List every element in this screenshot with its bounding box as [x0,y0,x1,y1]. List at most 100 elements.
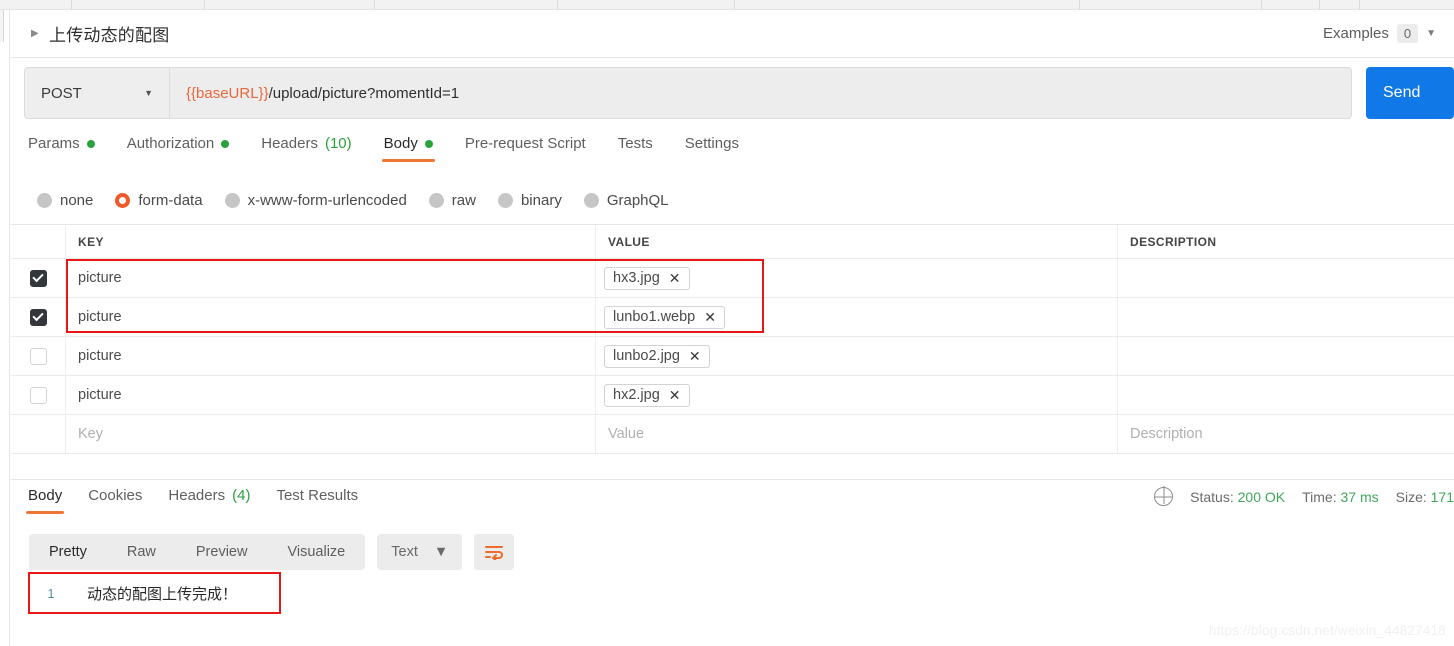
key-input[interactable]: Key [78,426,103,442]
key-cell[interactable]: Key [66,415,596,453]
tab-strip-segment[interactable] [735,0,1080,10]
description-cell[interactable]: Description [1118,415,1454,453]
table-placeholder-row[interactable]: Key Value Description [11,415,1454,454]
close-icon[interactable]: ✕ [704,309,716,326]
send-button[interactable]: Send [1366,67,1454,119]
format-button-raw[interactable]: Raw [107,534,176,570]
request-tab-body[interactable]: Body [381,135,436,162]
globe-icon [1154,487,1174,506]
request-tab-params[interactable]: Params [28,135,95,162]
key-input[interactable]: picture [78,309,122,325]
response-type-select[interactable]: Text ▼ [377,534,463,570]
value-cell[interactable]: lunbo1.webp ✕ [596,298,1118,336]
radio-label: form-data [138,191,203,209]
radio-label: none [60,191,94,209]
form-data-table: KEY VALUE DESCRIPTION picture hx3.jpg ✕ pic… [11,224,1454,454]
request-tab-authorization[interactable]: Authorization [127,135,230,162]
description-input[interactable]: Description [1130,426,1203,442]
radio-icon [428,192,444,208]
value-cell[interactable]: hx3.jpg ✕ [596,259,1118,297]
tab-label: Tests [617,135,653,152]
tab-strip-segment[interactable] [72,0,205,10]
http-method-select[interactable]: POST ▼ [24,67,169,119]
chevron-down-icon: ▼ [144,88,153,98]
response-tab-cookies[interactable]: Cookies [88,487,142,514]
close-icon[interactable]: ✕ [669,387,681,404]
request-tab-pre-request-script[interactable]: Pre-request Script [465,135,586,162]
url-row: POST ▼ {{baseURL}}/upload/picture?moment… [11,66,1454,120]
tab-strip-segment[interactable] [1080,0,1262,10]
chevron-down-icon[interactable]: ▼ [1426,28,1436,39]
description-cell[interactable] [1118,259,1454,297]
modified-dot-icon [221,139,230,148]
key-cell[interactable]: picture [66,259,596,297]
close-icon[interactable]: ✕ [669,270,681,287]
table-row[interactable]: picture hx2.jpg ✕ [11,376,1454,415]
response-stats: Status: 200 OK Time: 37 ms Size: 171 [1154,487,1454,506]
key-input[interactable]: picture [78,270,122,286]
description-cell[interactable] [1118,376,1454,414]
value-cell[interactable]: lunbo2.jpg ✕ [596,337,1118,375]
tab-strip-segment[interactable] [0,0,72,10]
row-checkbox-cell [11,415,66,453]
request-tab-tests[interactable]: Tests [618,135,653,162]
body-type-binary[interactable]: binary [497,192,562,209]
format-button-visualize[interactable]: Visualize [267,534,365,570]
format-button-pretty[interactable]: Pretty [29,534,107,570]
value-cell[interactable]: hx2.jpg ✕ [596,376,1118,414]
tab-strip-segment[interactable] [558,0,735,10]
body-type-raw[interactable]: raw [428,191,476,209]
description-cell[interactable] [1118,298,1454,336]
response-tab-headers[interactable]: Headers (4) [168,487,250,514]
body-type-none[interactable]: none [37,192,93,209]
file-chip[interactable]: hx2.jpg ✕ [604,383,690,407]
tab-count: (10) [324,135,352,152]
radio-icon [224,192,240,208]
response-tabs: Body Cookies Headers (4) Test Results Status… [11,487,1454,519]
file-name: hx2.jpg [613,387,660,403]
row-enable-checkbox[interactable] [29,308,47,326]
key-cell[interactable]: picture [66,337,596,375]
tab-label: Pre-request Script [464,135,586,152]
request-tabs: Params Authorization Headers (10) Body Pre-re… [11,135,1454,171]
caret-right-icon[interactable]: ▶ [31,28,49,39]
key-cell[interactable]: picture [66,298,596,336]
file-chip[interactable]: lunbo2.jpg ✕ [604,344,710,368]
table-row[interactable]: picture lunbo2.jpg ✕ [11,337,1454,376]
word-wrap-icon [485,546,504,560]
tab-label: Body [28,487,63,504]
modified-dot-icon [424,139,433,148]
table-row[interactable]: picture hx3.jpg ✕ [11,259,1454,298]
body-type-x-www-form-urlencoded[interactable]: x-www-form-urlencoded [224,192,407,209]
request-tab-headers[interactable]: Headers (10) [261,135,351,162]
close-icon[interactable]: ✕ [689,348,701,365]
radio-label: raw [451,191,476,209]
url-input[interactable]: {{baseURL}}/upload/picture?momentId=1 [169,67,1352,119]
tab-strip-segment[interactable] [375,0,558,10]
tab-label: Cookies [88,487,143,504]
format-button-preview[interactable]: Preview [176,534,268,570]
description-cell[interactable] [1118,337,1454,375]
body-type-form-data[interactable]: form-data [115,191,203,209]
key-input[interactable]: picture [78,348,122,364]
table-row[interactable]: picture lunbo1.webp ✕ [11,298,1454,337]
body-type-graphql[interactable]: GraphQL [583,192,669,209]
row-enable-checkbox[interactable] [29,269,47,287]
row-enable-checkbox[interactable] [29,347,47,365]
tab-strip-segment[interactable] [1320,0,1360,10]
value-cell[interactable]: Value [596,415,1118,453]
examples-control[interactable]: Examples 0 ▼ [1323,24,1436,43]
tab-strip-segment[interactable] [205,0,375,10]
request-tab-settings[interactable]: Settings [685,135,739,162]
response-tab-test-results[interactable]: Test Results [276,487,358,514]
row-enable-checkbox[interactable] [29,386,47,404]
key-input[interactable]: picture [78,387,122,403]
tab-count: (4) [232,487,251,504]
file-chip[interactable]: hx3.jpg ✕ [604,266,690,290]
key-cell[interactable]: picture [66,376,596,414]
tab-strip-segment[interactable] [1262,0,1320,10]
value-input[interactable]: Value [604,426,644,442]
word-wrap-button[interactable] [474,534,515,570]
response-tab-body[interactable]: Body [25,487,65,514]
file-chip[interactable]: lunbo1.webp ✕ [604,305,725,329]
